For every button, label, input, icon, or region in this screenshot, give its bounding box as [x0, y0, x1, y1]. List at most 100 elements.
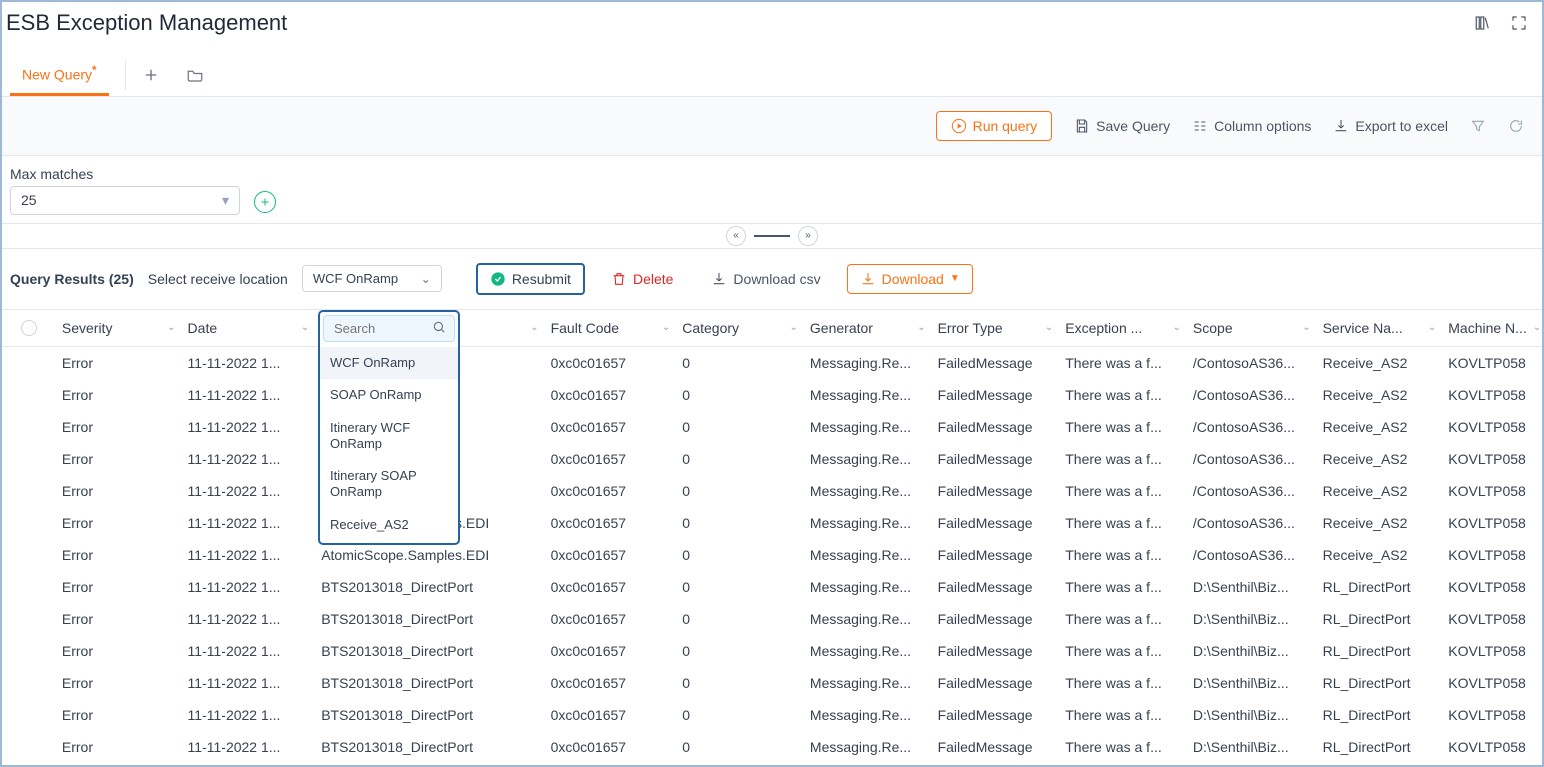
column-header[interactable]: Date⌄ [182, 310, 316, 346]
column-header[interactable]: Service Na...⌄ [1317, 310, 1443, 346]
table-row[interactable]: Error11-11-2022 1...AtomicScope.Samples.… [2, 539, 1542, 571]
table-row[interactable]: Error11-11-2022 1...es.EDI0xc0c016570Mes… [2, 411, 1542, 443]
filter-icon[interactable] [1470, 118, 1486, 134]
tab-label: New Query [22, 67, 92, 83]
table-cell: KOVLTP058 [1442, 507, 1542, 539]
table-cell: FailedMessage [932, 603, 1060, 635]
table-cell: 11-11-2022 1... [182, 571, 316, 603]
table-cell: Error [56, 571, 182, 603]
download-icon [1333, 118, 1349, 134]
table-cell: 0xc0c01657 [545, 603, 677, 635]
chevron-down-icon: ⌄ [1045, 322, 1053, 333]
table-cell: KOVLTP058 [1442, 667, 1542, 699]
fullscreen-icon[interactable] [1510, 14, 1528, 32]
table-cell: Error [56, 731, 182, 763]
table-cell: D:\Senthil\Biz... [1187, 571, 1317, 603]
table-cell: 0xc0c01657 [545, 507, 677, 539]
column-header[interactable]: Generator⌄ [804, 310, 932, 346]
table-cell: Error [56, 699, 182, 731]
table-cell: D:\Senthil\Biz... [1187, 603, 1317, 635]
chevron-down-icon: ⌄ [530, 322, 538, 333]
column-header[interactable]: Error Type⌄ [932, 310, 1060, 346]
table-row[interactable]: Error11-11-2022 1...BTS2013018_DirectPor… [2, 603, 1542, 635]
expand-down-icon[interactable]: » [798, 226, 818, 246]
table-cell: KOVLTP058 [1442, 571, 1542, 603]
table-cell: 11-11-2022 1... [182, 443, 316, 475]
table-row[interactable]: Error11-11-2022 1...es.EDI0xc0c016570Mes… [2, 379, 1542, 411]
table-cell: 0xc0c01657 [545, 635, 677, 667]
collapse-up-icon[interactable]: « [726, 226, 746, 246]
table-row[interactable]: Error11-11-2022 1...BTS2013018_DirectPor… [2, 699, 1542, 731]
table-row[interactable]: Error11-11-2022 1...es.EDI0xc0c016570Mes… [2, 347, 1542, 379]
table-cell: Error [56, 603, 182, 635]
delete-button[interactable]: Delete [599, 265, 685, 293]
table-cell: Messaging.Re... [804, 507, 932, 539]
table-row[interactable]: Error11-11-2022 1...es.EDI0xc0c016570Mes… [2, 443, 1542, 475]
dropdown-search-box[interactable] [323, 315, 455, 342]
dropdown-option[interactable]: Receive_AS2 [320, 509, 458, 541]
column-header[interactable]: Exception ...⌄ [1059, 310, 1187, 346]
open-folder-icon[interactable] [186, 66, 204, 84]
table-cell: 11-11-2022 1... [182, 699, 316, 731]
table-cell: Receive_AS2 [1317, 507, 1443, 539]
tab-new-query[interactable]: New Query* [10, 54, 109, 96]
column-header[interactable]: Scope⌄ [1187, 310, 1317, 346]
resubmit-button[interactable]: Resubmit [476, 263, 585, 295]
table-row[interactable]: Error11-11-2022 1...es.EDI0xc0c016570Mes… [2, 475, 1542, 507]
table-cell: 0xc0c01657 [545, 571, 677, 603]
table-row[interactable]: Error11-11-2022 1...BTS2013018_DirectPor… [2, 571, 1542, 603]
table-row[interactable]: Error11-11-2022 1...BTS2013018_DirectPor… [2, 635, 1542, 667]
dropdown-option[interactable]: Itinerary WCF OnRamp [320, 412, 458, 461]
refresh-icon[interactable] [1508, 118, 1524, 134]
table-cell: Error [56, 667, 182, 699]
save-query-link[interactable]: Save Query [1074, 118, 1170, 134]
table-cell: KOVLTP058 [1442, 347, 1542, 379]
tab-separator [125, 60, 126, 90]
search-icon [432, 320, 446, 337]
table-cell: 0xc0c01657 [545, 731, 677, 763]
table-cell [2, 347, 56, 379]
dropdown-option[interactable]: Itinerary SOAP OnRamp [320, 460, 458, 509]
column-header[interactable]: Fault Code⌄ [545, 310, 677, 346]
table-cell: There was a f... [1059, 635, 1187, 667]
table-cell: Messaging.Re... [804, 539, 932, 571]
table-cell: FailedMessage [932, 667, 1060, 699]
table-cell: FailedMessage [932, 443, 1060, 475]
column-label: Service Na... [1323, 320, 1403, 336]
dropdown-option[interactable]: SOAP OnRamp [320, 379, 458, 411]
table-cell: 0 [676, 571, 804, 603]
column-header[interactable]: Machine N...⌄ [1442, 310, 1542, 346]
max-matches-select[interactable]: 25 ▾ [10, 186, 240, 215]
table-cell [2, 539, 56, 571]
table-row[interactable]: Error11-11-2022 1...AtomicScope.Samples.… [2, 507, 1542, 539]
table-cell: FailedMessage [932, 699, 1060, 731]
resubmit-label: Resubmit [512, 271, 571, 287]
table-cell: 0 [676, 411, 804, 443]
books-icon[interactable] [1474, 14, 1492, 32]
table-cell: /ContosoAS36... [1187, 475, 1317, 507]
table-row[interactable]: Error11-11-2022 1...BTS2013018_DirectPor… [2, 731, 1542, 763]
dropdown-search-input[interactable] [332, 320, 432, 337]
column-header[interactable]: Category⌄ [676, 310, 804, 346]
download-button[interactable]: Download ▼ [847, 264, 973, 294]
select-all-checkbox[interactable] [21, 320, 37, 336]
table-cell: RL_DirectPort [1317, 667, 1443, 699]
download-csv-button[interactable]: Download csv [699, 265, 832, 293]
dropdown-option[interactable]: WCF OnRamp [320, 347, 458, 379]
table-cell: FailedMessage [932, 571, 1060, 603]
export-excel-link[interactable]: Export to excel [1333, 118, 1448, 134]
table-cell: 0xc0c01657 [545, 411, 677, 443]
add-filter-button[interactable] [254, 191, 276, 213]
table-cell: FailedMessage [932, 379, 1060, 411]
run-query-button[interactable]: Run query [936, 111, 1053, 141]
table-cell: Error [56, 539, 182, 571]
column-header[interactable] [2, 310, 56, 346]
column-options-link[interactable]: Column options [1192, 118, 1311, 134]
table-cell: KOVLTP058 [1442, 411, 1542, 443]
receive-location-select[interactable]: WCF OnRamp ⌄ [302, 265, 442, 292]
add-tab-icon[interactable] [142, 66, 160, 84]
table-row[interactable]: Error11-11-2022 1...BTS2013018_DirectPor… [2, 667, 1542, 699]
table-cell: Messaging.Re... [804, 667, 932, 699]
table-cell: Receive_AS2 [1317, 411, 1443, 443]
column-header[interactable]: Severity⌄ [56, 310, 182, 346]
